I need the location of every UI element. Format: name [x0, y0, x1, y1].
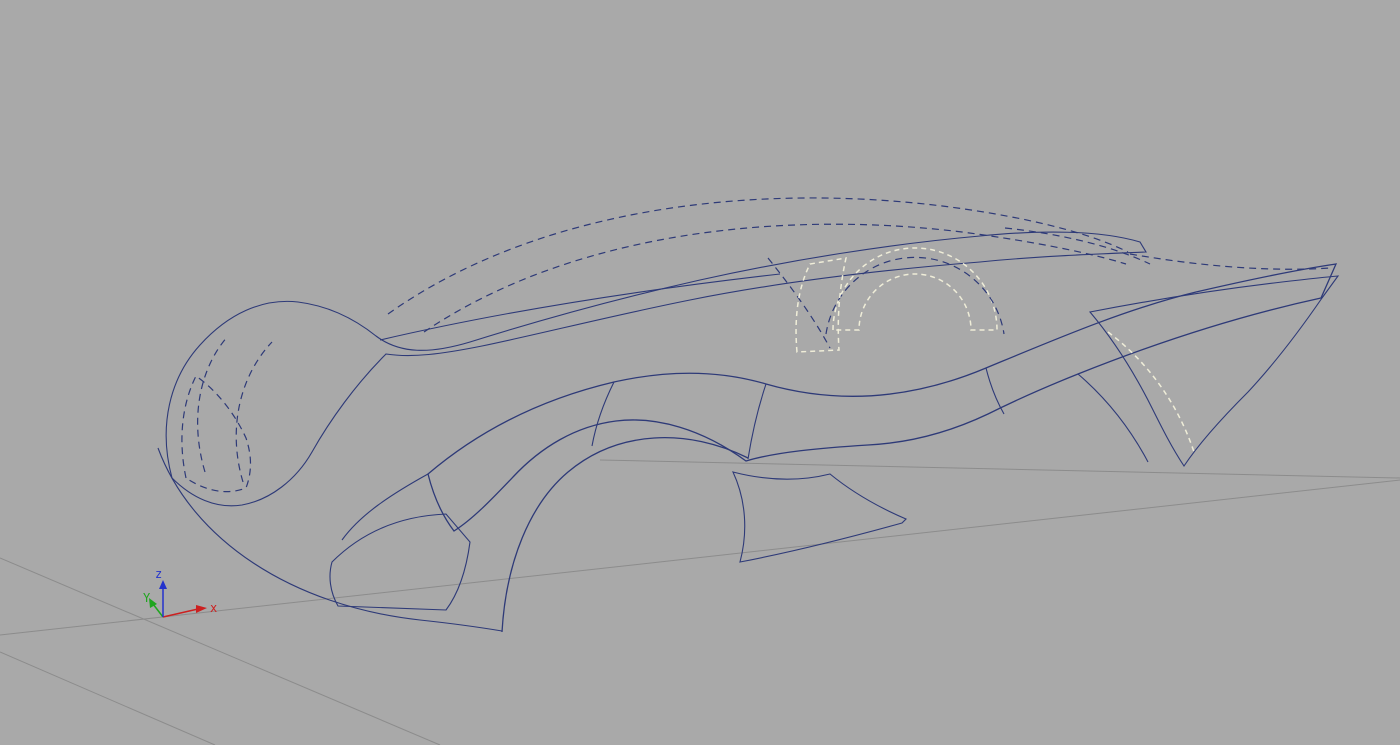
rear-fender-panel-surface[interactable]: [1090, 276, 1338, 466]
3d-viewport[interactable]: x Y z: [0, 0, 1400, 745]
front-body-edge-curve[interactable]: [342, 474, 428, 540]
far-body-surface[interactable]: [166, 232, 1146, 506]
far-front-lower-surface[interactable]: [182, 376, 251, 492]
panel-seam-curve[interactable]: [748, 384, 766, 459]
panel-seam-curve[interactable]: [592, 382, 614, 446]
far-beltline-curve[interactable]: [380, 274, 780, 340]
z-axis-label: z: [155, 567, 162, 581]
far-arch-strip-surface[interactable]: [796, 258, 846, 352]
pillar-construction-curve[interactable]: [768, 258, 830, 348]
far-rear-arch-surface[interactable]: [833, 248, 997, 330]
front-wheel-arch-curve[interactable]: [502, 438, 748, 632]
far-rear-wheel-arch: [796, 248, 1004, 352]
rear-deck-construction-curve[interactable]: [1130, 254, 1330, 269]
x-axis: [163, 609, 198, 617]
rear-arch-edge-curve[interactable]: [1078, 374, 1148, 462]
far-car-body: [158, 232, 1146, 631]
rear-lower-fin-surface[interactable]: [733, 472, 906, 562]
z-axis-arrowhead: [159, 580, 167, 589]
scene-svg: x Y z: [0, 0, 1400, 745]
far-rear-arch-construction-curve[interactable]: [826, 257, 1004, 334]
axis-gizmo: x Y z: [143, 567, 217, 617]
grid-line: [0, 558, 440, 745]
far-front-construction-curve[interactable]: [198, 336, 228, 472]
canopy-construction-curve[interactable]: [424, 224, 1126, 332]
rear-arch-highlight-curve[interactable]: [1108, 332, 1194, 452]
x-axis-label: x: [210, 601, 217, 615]
grid-line: [0, 652, 215, 745]
y-axis-label: Y: [143, 591, 151, 605]
far-front-construction-curve[interactable]: [236, 342, 272, 482]
canopy-construction-curve[interactable]: [388, 198, 1128, 314]
grid-line: [600, 460, 1400, 478]
y-axis: [153, 604, 163, 617]
